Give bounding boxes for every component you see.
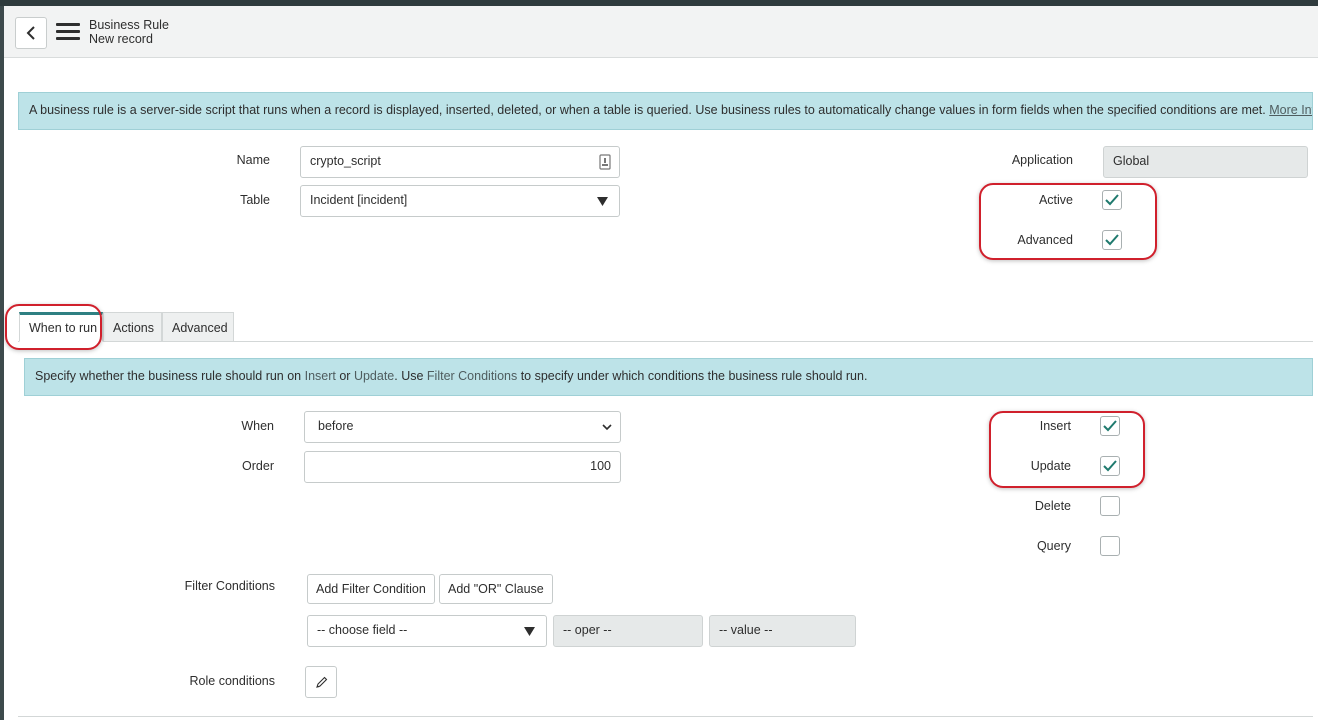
order-value: 100 [590, 459, 611, 473]
role-conditions-label: Role conditions [189, 674, 275, 688]
delete-checkbox[interactable] [1100, 496, 1120, 516]
tab-when-to-run[interactable]: When to run [19, 312, 103, 342]
caret-down-icon [597, 197, 608, 206]
active-label: Active [1038, 193, 1073, 207]
name-field[interactable]: crypto_script [300, 146, 620, 178]
advanced-label: Advanced [1017, 233, 1073, 247]
back-button[interactable] [15, 17, 47, 49]
advanced-checkbox[interactable] [1102, 230, 1122, 250]
update-checkbox[interactable] [1100, 456, 1120, 476]
value-placeholder: -- value -- [719, 623, 773, 637]
checkmark-icon [1105, 194, 1119, 206]
add-or-clause-button[interactable]: Add "OR" Clause [439, 574, 553, 604]
when-label: When [241, 419, 274, 433]
when-value: before [318, 419, 354, 433]
when-select[interactable]: before [304, 411, 621, 443]
filter-conditions-label: Filter Conditions [184, 579, 275, 593]
oper-select: -- oper -- [553, 615, 703, 647]
add-filter-condition-button[interactable]: Add Filter Condition [307, 574, 435, 604]
order-field[interactable]: 100 [304, 451, 621, 483]
application-label: Application [1011, 153, 1073, 167]
chevron-down-icon [602, 424, 612, 431]
application-field: Global [1103, 146, 1308, 178]
value-field: -- value -- [709, 615, 856, 647]
chevron-left-icon [26, 26, 35, 40]
suggestion-icon[interactable] [599, 154, 611, 170]
form-header: Business Rule New record [4, 6, 1318, 58]
info-banner-text: A business rule is a server-side script … [29, 103, 1266, 117]
hamburger-menu-icon[interactable] [56, 23, 80, 43]
banner-filter-link[interactable]: Filter Conditions [427, 369, 517, 383]
application-value: Global [1113, 154, 1150, 168]
banner-prefix: Specify whether the business rule should… [35, 369, 305, 383]
insert-checkbox[interactable] [1100, 416, 1120, 436]
record-type-title: Business Rule [89, 18, 169, 32]
left-edge [0, 6, 4, 720]
table-label: Table [240, 193, 270, 207]
banner-suffix: to specify under which conditions the bu… [517, 369, 868, 383]
checkmark-icon [1103, 460, 1117, 472]
edit-role-conditions-button[interactable] [305, 666, 337, 698]
table-select[interactable]: Incident [incident] [300, 185, 620, 217]
name-label: Name [236, 153, 270, 167]
choose-field-value: -- choose field -- [317, 623, 408, 637]
query-label: Query [1036, 539, 1071, 553]
more-info-link[interactable]: More Info [1269, 103, 1312, 117]
insert-label: Insert [1039, 419, 1071, 433]
oper-value: -- oper -- [563, 623, 612, 637]
record-subtitle: New record [89, 32, 153, 46]
tab-advanced[interactable]: Advanced [162, 312, 234, 342]
caret-down-icon [524, 627, 535, 636]
delete-label: Delete [1034, 499, 1071, 513]
info-banner: A business rule is a server-side script … [18, 92, 1313, 130]
order-label: Order [242, 459, 274, 473]
tab-actions[interactable]: Actions [103, 312, 162, 342]
update-label: Update [1030, 459, 1071, 473]
section-bottom-divider [18, 716, 1313, 717]
banner-update-link[interactable]: Update [354, 369, 394, 383]
banner-mid: . Use [394, 369, 427, 383]
banner-or: or [335, 369, 354, 383]
name-value: crypto_script [310, 154, 381, 168]
table-value: Incident [incident] [310, 193, 408, 207]
active-checkbox[interactable] [1102, 190, 1122, 210]
pencil-icon [315, 676, 327, 688]
query-checkbox[interactable] [1100, 536, 1120, 556]
checkmark-icon [1105, 234, 1119, 246]
when-to-run-banner: Specify whether the business rule should… [24, 358, 1313, 396]
banner-insert-link[interactable]: Insert [305, 369, 336, 383]
choose-field-select[interactable]: -- choose field -- [307, 615, 547, 647]
checkmark-icon [1103, 420, 1117, 432]
